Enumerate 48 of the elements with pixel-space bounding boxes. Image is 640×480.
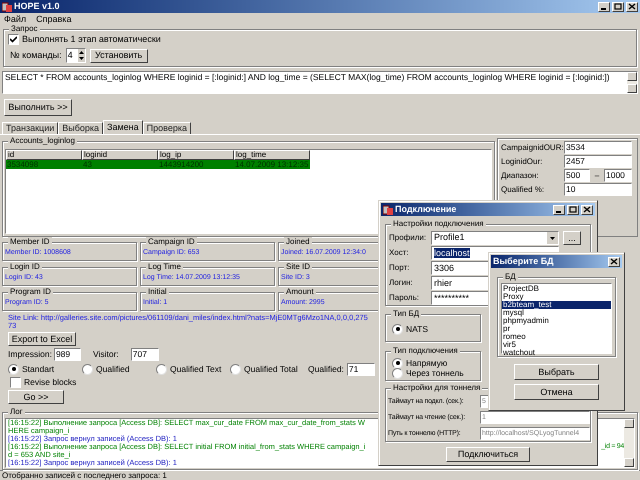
- group-title: Лог: [8, 407, 25, 417]
- window-title: HOPE v1.0: [14, 2, 60, 11]
- window-title: Выберите БД: [493, 257, 554, 266]
- field-label: Логин:: [389, 279, 414, 287]
- group-title: Настройки подключения: [391, 219, 486, 229]
- field-label: Пароль:: [389, 294, 420, 302]
- radio-label: Напрямую: [406, 358, 448, 368]
- group-title: Запрос: [9, 24, 40, 34]
- group-title: Initial: [146, 287, 169, 297]
- command-label: № команды:: [10, 51, 62, 60]
- window-title: Подключение: [395, 205, 456, 214]
- field-label: Qualified %:: [501, 186, 546, 194]
- field-label: Qualified:: [307, 364, 345, 374]
- field-label: Порт:: [389, 264, 410, 272]
- table-cell-text: 14.07.2009 13:12:35: [234, 160, 310, 169]
- field-label: CampaignidOUR:: [501, 144, 564, 152]
- radio-label: Qualified Total: [244, 364, 298, 374]
- checkbox-label: Revise blocks: [24, 378, 76, 386]
- radio-label: NATS: [406, 324, 428, 334]
- group-title: Тип БД: [391, 309, 422, 319]
- group-title: Login ID: [8, 262, 42, 272]
- table-cell-text: 3534098: [6, 160, 40, 169]
- field-label: Хост:: [389, 249, 410, 257]
- group-title: Настройки для тоннеля: [391, 383, 482, 393]
- group-title: Accounts_loginlog: [8, 136, 77, 146]
- radio-label: Qualified: [96, 364, 130, 374]
- field-label: Visitor:: [92, 350, 120, 359]
- group-title: Site ID: [284, 262, 312, 272]
- group-title: БД: [503, 272, 518, 282]
- radio-label: Qualified Text: [170, 364, 222, 374]
- table-cell-text: 43: [82, 160, 93, 169]
- field-label: LoginidOur:: [501, 158, 544, 166]
- radio-label: Standart: [22, 364, 54, 374]
- field-label: Impression:: [8, 350, 53, 359]
- group-title: Campaign ID: [146, 237, 197, 247]
- group-title: Тип подключения: [391, 346, 460, 356]
- range-dash: –: [594, 172, 600, 180]
- radio-label: Через тоннель: [406, 368, 464, 378]
- group-title: Program ID: [8, 287, 53, 297]
- table-cell-text: 1443914200: [158, 160, 204, 169]
- group-title: Amount: [284, 287, 316, 297]
- group-title: Log Time: [146, 262, 183, 272]
- group-title: Member ID: [8, 237, 52, 247]
- field-label: Диапазон:: [501, 172, 540, 180]
- field-label: Профили:: [389, 234, 428, 242]
- group-title: Joined: [284, 237, 312, 247]
- status-bar: Отобранно записей с последнего запроса: 1: [0, 470, 640, 480]
- checkbox-label: Выполнять 1 этап автоматически: [22, 35, 161, 44]
